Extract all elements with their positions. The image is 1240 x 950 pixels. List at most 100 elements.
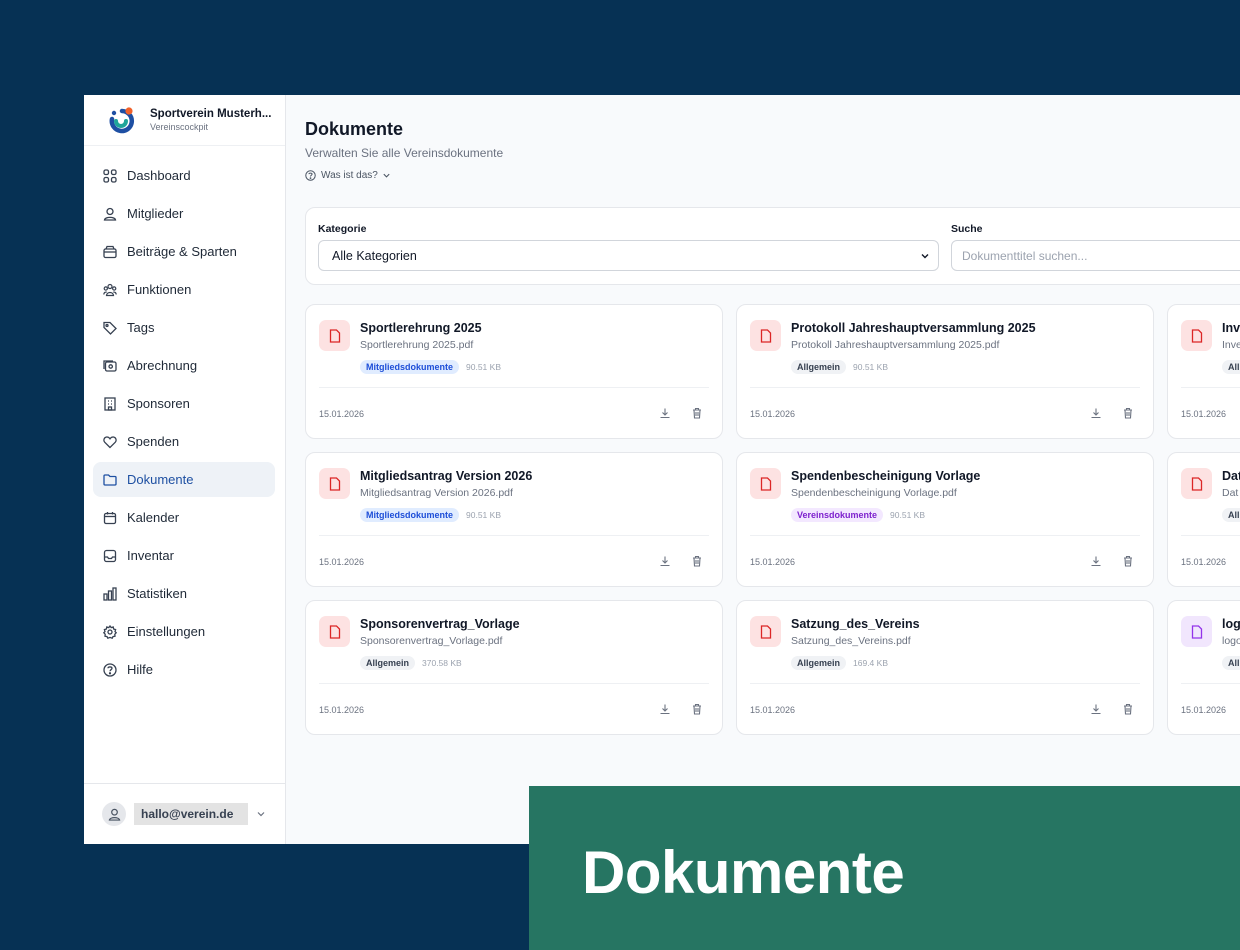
document-date: 15.01.2026 <box>750 557 796 567</box>
file-size: 90.51 KB <box>466 362 501 372</box>
document-date: 15.01.2026 <box>319 409 365 419</box>
document-filename: Dat <box>1222 487 1239 499</box>
brand[interactable]: Sportverein Musterh... Vereinscockpit <box>84 95 285 146</box>
sidebar-item-tags[interactable]: Tags <box>93 310 275 345</box>
document-filename: Spendenbescheinigung Vorlage.pdf <box>791 487 957 499</box>
document-card[interactable]: Mitgliedsantrag Version 2026 Mitgliedsan… <box>305 452 723 587</box>
sidebar-nav: Dashboard Mitglieder Beiträge & Sparten … <box>84 146 285 687</box>
document-card[interactable]: Satzung_des_Vereins Satzung_des_Vereins.… <box>736 600 1154 735</box>
sidebar-item-label: Einstellungen <box>127 624 206 639</box>
wallet-icon <box>103 245 117 258</box>
sidebar-item-mitglieder[interactable]: Mitglieder <box>93 196 275 231</box>
billing-icon <box>103 359 117 372</box>
sidebar-item-abrechnung[interactable]: Abrechnung <box>93 348 275 383</box>
category-select-value: Alle Kategorien <box>332 248 417 263</box>
divider <box>750 387 1140 388</box>
pdf-file-icon <box>1181 468 1212 499</box>
document-card[interactable]: Sportlerehrung 2025 Sportlerehrung 2025.… <box>305 304 723 439</box>
document-card[interactable]: Spendenbescheinigung Vorlage Spendenbesc… <box>736 452 1154 587</box>
document-title: Satzung_des_Vereins <box>791 617 920 631</box>
document-title: Sportlerehrung 2025 <box>360 321 482 335</box>
sidebar-item-label: Beiträge & Sparten <box>127 244 237 259</box>
pdf-file-icon <box>750 468 781 499</box>
category-label: Kategorie <box>318 223 367 235</box>
user-menu[interactable]: hallo@verein.de <box>84 783 286 844</box>
trash-icon[interactable] <box>1122 555 1134 567</box>
sidebar-item-dokumente[interactable]: Dokumente <box>93 462 275 497</box>
sidebar-item-einstellungen[interactable]: Einstellungen <box>93 614 275 649</box>
pdf-file-icon <box>319 320 350 351</box>
sidebar-item-label: Tags <box>127 320 155 335</box>
download-icon[interactable] <box>1090 703 1102 715</box>
pdf-file-icon <box>750 320 781 351</box>
download-icon[interactable] <box>1090 407 1102 419</box>
heart-icon <box>103 435 117 448</box>
document-title: Sponsorenvertrag_Vorlage <box>360 617 520 631</box>
pdf-file-icon <box>319 468 350 499</box>
category-badge: All <box>1222 360 1240 374</box>
trash-icon[interactable] <box>691 703 703 715</box>
trash-icon[interactable] <box>691 555 703 567</box>
category-badge: Allgemein <box>791 360 847 374</box>
help-icon <box>103 662 117 677</box>
category-select[interactable]: Alle Kategorien <box>318 240 939 271</box>
sidebar-item-label: Dokumente <box>127 472 194 487</box>
trash-icon[interactable] <box>1122 407 1134 419</box>
help-toggle[interactable]: Was ist das? <box>305 170 396 181</box>
sidebar-item-hilfe[interactable]: Hilfe <box>93 652 275 687</box>
page-subtitle: Verwalten Sie alle Vereinsdokumente <box>305 146 504 160</box>
chevron-down-icon <box>921 254 929 259</box>
trash-icon[interactable] <box>1122 703 1134 715</box>
document-date: 15.01.2026 <box>750 705 796 715</box>
building-icon <box>104 396 116 411</box>
divider <box>319 683 709 684</box>
dashboard-icon <box>103 168 117 183</box>
document-card[interactable]: Protokoll Jahreshauptversammlung 2025 Pr… <box>736 304 1154 439</box>
document-filename: Mitgliedsantrag Version 2026.pdf <box>360 487 513 499</box>
sidebar-item-sponsoren[interactable]: Sponsoren <box>93 386 275 421</box>
trash-icon[interactable] <box>691 407 703 419</box>
search-label: Suche <box>951 223 983 235</box>
help-toggle-label: Was ist das? <box>321 170 378 181</box>
sidebar-item-label: Mitglieder <box>127 206 184 221</box>
category-badge: Vereinsdokumente <box>791 508 884 522</box>
document-card[interactable]: Inv Inve All 15.01.2026 <box>1167 304 1240 439</box>
sidebar-item-spenden[interactable]: Spenden <box>93 424 275 459</box>
help-icon <box>305 170 316 181</box>
download-icon[interactable] <box>1090 555 1102 567</box>
divider <box>1181 535 1240 536</box>
sidebar-item-beitraege[interactable]: Beiträge & Sparten <box>93 234 275 269</box>
sidebar-item-funktionen[interactable]: Funktionen <box>93 272 275 307</box>
download-icon[interactable] <box>659 555 671 567</box>
divider <box>1181 387 1240 388</box>
sidebar-item-inventar[interactable]: Inventar <box>93 538 275 573</box>
download-icon[interactable] <box>659 703 671 715</box>
page-title: Dokumente <box>305 119 404 139</box>
document-filename: Sponsorenvertrag_Vorlage.pdf <box>360 635 503 647</box>
search-input[interactable] <box>951 240 1240 271</box>
sidebar-item-label: Hilfe <box>127 662 154 677</box>
file-size: 90.51 KB <box>466 510 501 520</box>
chevron-down-icon[interactable] <box>256 809 266 819</box>
document-card[interactable]: log logo All 15.01.2026 <box>1167 600 1240 735</box>
sidebar-item-dashboard[interactable]: Dashboard <box>93 158 275 193</box>
sidebar-item-label: Sponsoren <box>127 396 190 411</box>
document-card[interactable]: Sponsorenvertrag_Vorlage Sponsorenvertra… <box>305 600 723 735</box>
divider <box>1181 683 1240 684</box>
divider <box>750 535 1140 536</box>
sidebar-item-kalender[interactable]: Kalender <box>93 500 275 535</box>
document-date: 15.01.2026 <box>319 557 365 567</box>
category-badge: All <box>1222 656 1240 670</box>
app-window: Sportverein Musterh... Vereinscockpit Da… <box>84 95 1240 844</box>
document-card[interactable]: Dat Dat All 15.01.2026 <box>1167 452 1240 587</box>
sidebar-item-statistiken[interactable]: Statistiken <box>93 576 275 611</box>
divider <box>319 535 709 536</box>
category-badge: All <box>1222 508 1240 522</box>
image-file-icon <box>1181 616 1212 647</box>
divider <box>750 683 1140 684</box>
sidebar-item-label: Statistiken <box>127 586 187 601</box>
document-filename: Sportlerehrung 2025.pdf <box>360 339 474 351</box>
sidebar-item-label: Abrechnung <box>127 358 198 373</box>
user-icon <box>108 808 120 821</box>
download-icon[interactable] <box>659 407 671 419</box>
